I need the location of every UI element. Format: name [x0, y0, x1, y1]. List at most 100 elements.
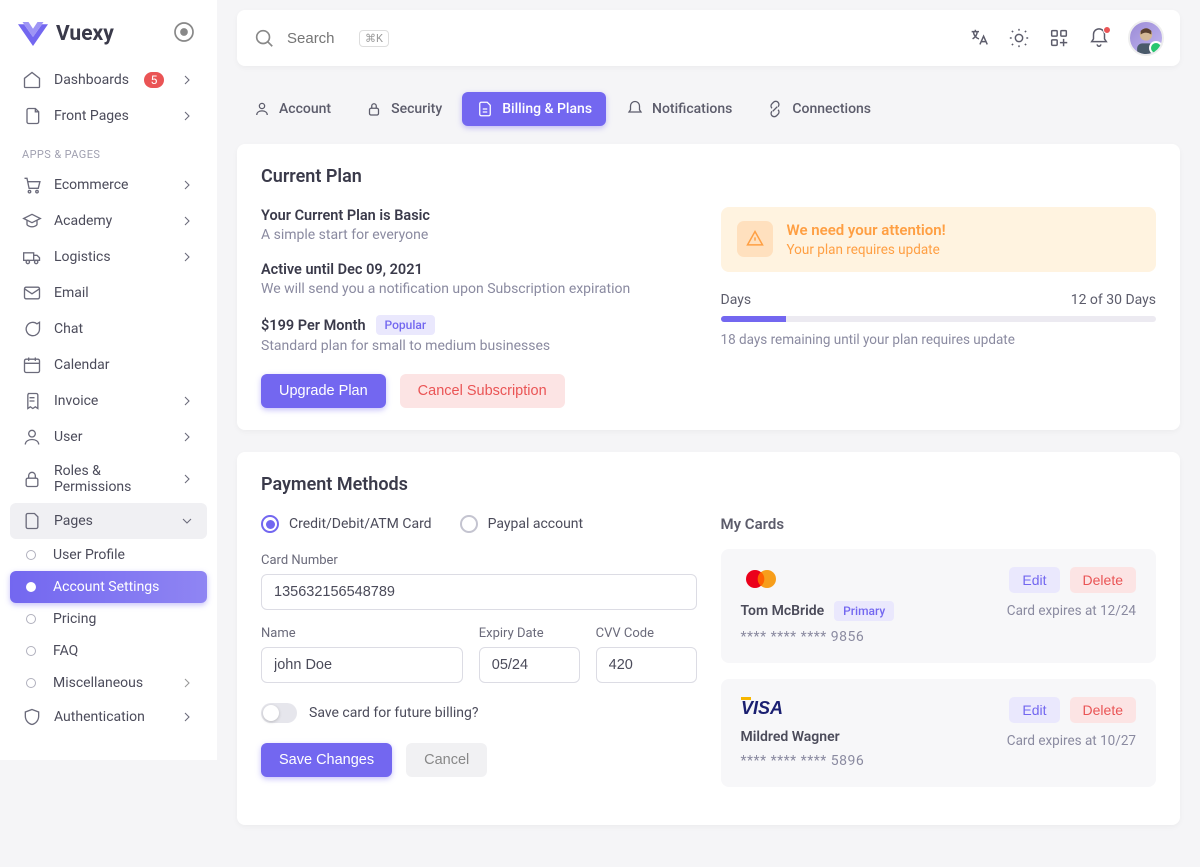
tab-notifications[interactable]: Notifications	[612, 92, 746, 126]
nav-misc[interactable]: Miscellaneous	[10, 667, 207, 699]
delete-card-button[interactable]: Delete	[1070, 697, 1136, 723]
plan-price-desc: Standard plan for small to medium busine…	[261, 338, 697, 354]
sidebar-collapse-icon[interactable]	[169, 20, 199, 48]
tab-security[interactable]: Security	[351, 92, 456, 126]
card-expiry-text: Card expires at 12/24	[1007, 603, 1136, 619]
save-card-label: Save card for future billing?	[309, 705, 479, 721]
name-label: Name	[261, 626, 463, 641]
card-expiry-text: Card expires at 10/27	[1007, 733, 1136, 749]
nav-chat[interactable]: Chat	[10, 311, 207, 347]
my-cards-heading: My Cards	[721, 515, 1157, 533]
progress-fill	[721, 316, 786, 322]
brand-row: Vuexy	[10, 14, 207, 62]
tab-label: Security	[391, 101, 442, 117]
nav-invoice[interactable]: Invoice	[10, 383, 207, 419]
cancel-subscription-button[interactable]: Cancel Subscription	[400, 374, 565, 408]
bullet-icon	[26, 678, 36, 688]
nav-calendar[interactable]: Calendar	[10, 347, 207, 383]
search-input[interactable]	[287, 30, 347, 47]
plan-details: Your Current Plan is Basic A simple star…	[261, 207, 697, 408]
nav-label: FAQ	[53, 643, 78, 659]
card-holder-name: Tom McBride	[741, 603, 825, 619]
nav-ecommerce[interactable]: Ecommerce	[10, 167, 207, 203]
primary-chip: Primary	[834, 601, 894, 621]
nav-pages[interactable]: Pages	[10, 503, 207, 539]
card-title: Payment Methods	[261, 474, 1156, 495]
radio-circle-icon	[460, 515, 478, 533]
radio-card[interactable]: Credit/Debit/ATM Card	[261, 515, 432, 533]
saved-card: VISA Mildred Wagner **** **** **** 5896 …	[721, 679, 1157, 787]
plan-status: We need your attention! Your plan requir…	[721, 207, 1157, 408]
nav-academy[interactable]: Academy	[10, 203, 207, 239]
chevron-right-icon	[179, 471, 195, 487]
cvv-label: CVV Code	[596, 626, 697, 641]
nav-front-pages[interactable]: Front Pages	[10, 98, 207, 134]
nav-faq[interactable]: FAQ	[10, 635, 207, 667]
nav-label: Miscellaneous	[53, 675, 143, 691]
alert-subtitle: Your plan requires update	[787, 242, 946, 258]
chevron-right-icon	[179, 108, 195, 124]
nav-label: Ecommerce	[54, 177, 128, 193]
chevron-right-icon	[179, 72, 195, 88]
cancel-button[interactable]: Cancel	[406, 743, 487, 777]
tab-account[interactable]: Account	[239, 92, 345, 126]
nav-logistics[interactable]: Logistics	[10, 239, 207, 275]
nav-email[interactable]: Email	[10, 275, 207, 311]
language-icon[interactable]	[968, 27, 990, 49]
name-input[interactable]	[261, 647, 463, 683]
payment-methods-card: Payment Methods Credit/Debit/ATM Card Pa…	[237, 452, 1180, 825]
radio-paypal[interactable]: Paypal account	[460, 515, 584, 533]
upgrade-plan-button[interactable]: Upgrade Plan	[261, 374, 386, 408]
brand-logo-icon	[18, 22, 48, 46]
card-title: Current Plan	[261, 166, 1156, 187]
popular-chip: Popular	[376, 315, 436, 335]
nav-label: Chat	[54, 321, 83, 337]
cvv-input[interactable]	[596, 647, 697, 683]
lock-icon	[22, 469, 42, 489]
mastercard-logo-icon	[741, 567, 895, 595]
edit-card-button[interactable]: Edit	[1009, 567, 1059, 593]
theme-icon[interactable]	[1008, 27, 1030, 49]
tab-billing[interactable]: Billing & Plans	[462, 92, 606, 126]
nav-label: Dashboards	[54, 72, 129, 88]
search-wrap[interactable]: ⌘K	[253, 27, 954, 49]
chevron-right-icon	[179, 213, 195, 229]
save-card-switch[interactable]	[261, 703, 297, 723]
bell-icon[interactable]	[1088, 27, 1110, 49]
nav-auth[interactable]: Authentication	[10, 699, 207, 735]
saved-card: Tom McBride Primary **** **** **** 9856 …	[721, 549, 1157, 663]
radio-circle-icon	[261, 515, 279, 533]
save-changes-button[interactable]: Save Changes	[261, 743, 392, 777]
expiry-label: Expiry Date	[479, 626, 580, 641]
notification-dot	[1103, 26, 1111, 34]
card-number-input[interactable]	[261, 574, 697, 610]
chevron-right-icon	[179, 393, 195, 409]
tab-label: Connections	[792, 101, 871, 117]
warning-icon	[737, 221, 773, 257]
nav-label: Academy	[54, 213, 112, 229]
nav-label: Pricing	[53, 611, 96, 627]
nav-roles[interactable]: Roles & Permissions	[10, 455, 207, 503]
nav-dashboards[interactable]: Dashboards 5	[10, 62, 207, 98]
nav-account-settings[interactable]: Account Settings	[10, 571, 207, 603]
edit-card-button[interactable]: Edit	[1009, 697, 1059, 723]
topbar: ⌘K	[237, 10, 1180, 66]
chevron-right-icon	[179, 709, 195, 725]
expiry-input[interactable]	[479, 647, 580, 683]
home-icon	[22, 70, 42, 90]
chevron-down-icon	[179, 513, 195, 529]
nav-user-profile[interactable]: User Profile	[10, 539, 207, 571]
nav-pricing[interactable]: Pricing	[10, 603, 207, 635]
nav-badge: 5	[144, 72, 165, 88]
apps-icon[interactable]	[1048, 27, 1070, 49]
chevron-right-icon	[179, 177, 195, 193]
delete-card-button[interactable]: Delete	[1070, 567, 1136, 593]
tab-label: Billing & Plans	[502, 101, 592, 117]
academy-icon	[22, 211, 42, 231]
nav-user[interactable]: User	[10, 419, 207, 455]
nav-label: Invoice	[54, 393, 98, 409]
tab-connections[interactable]: Connections	[752, 92, 885, 126]
user-avatar[interactable]	[1128, 20, 1164, 56]
radio-label: Paypal account	[488, 516, 584, 532]
radio-label: Credit/Debit/ATM Card	[289, 516, 432, 532]
